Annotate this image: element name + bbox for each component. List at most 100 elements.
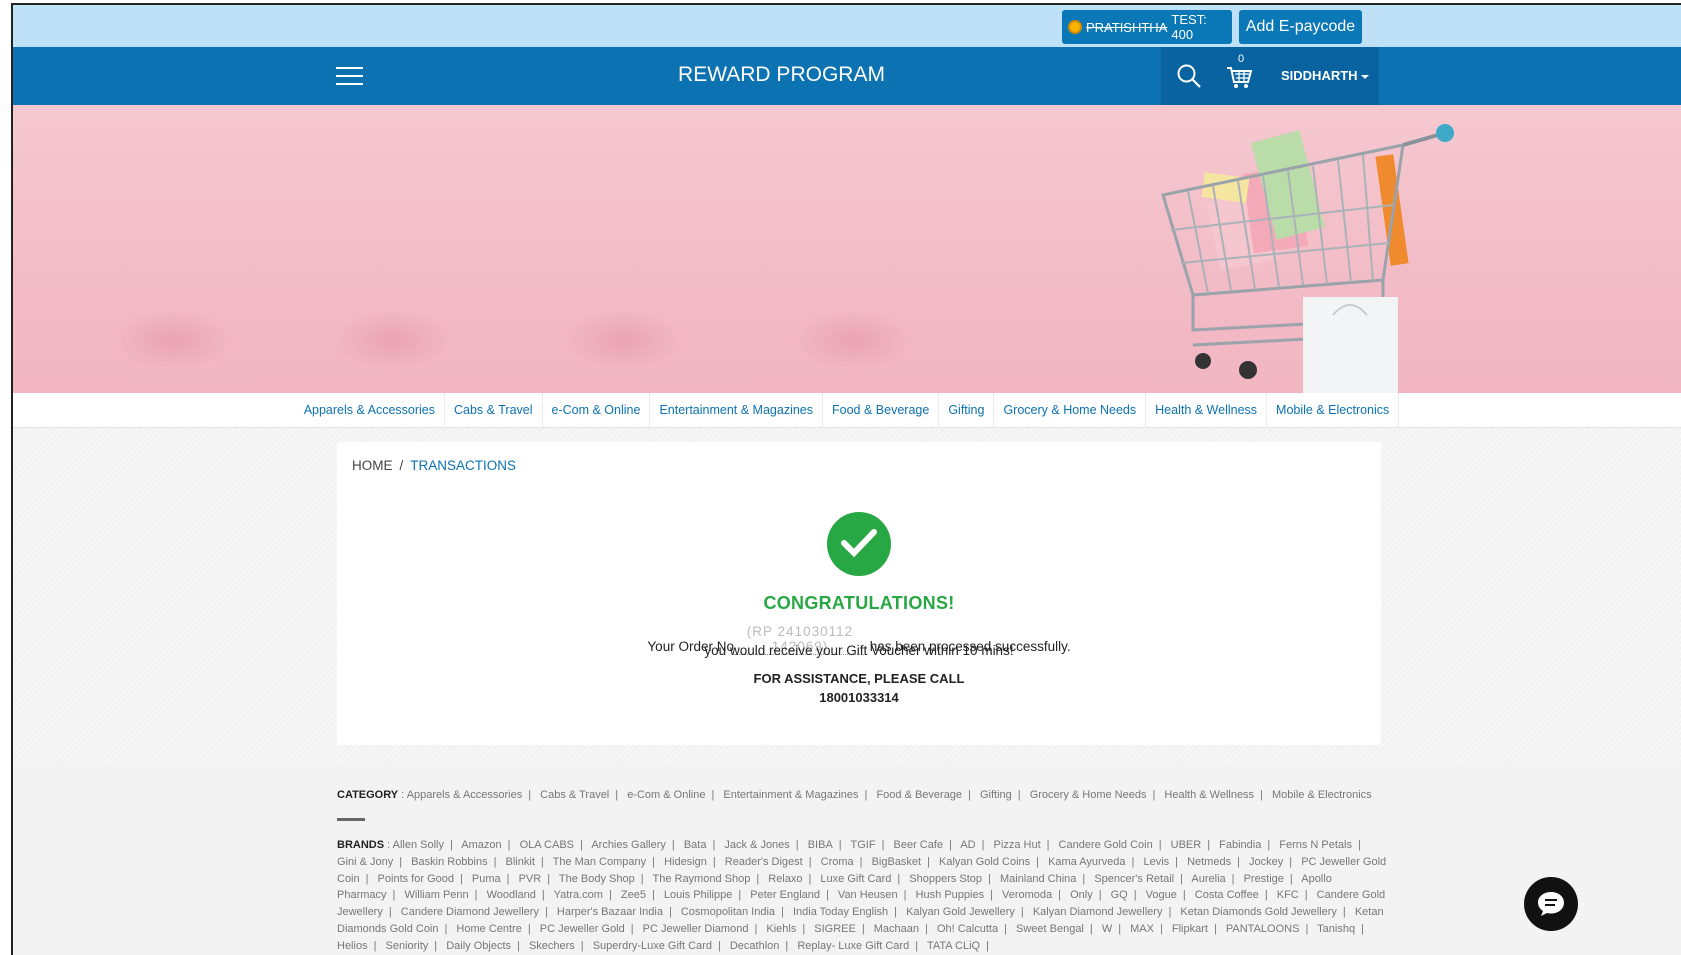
footer-brand-link[interactable]: UBER xyxy=(1171,839,1202,851)
footer-category-link[interactable]: e-Com & Online xyxy=(627,789,705,801)
footer-brand-link[interactable]: PVR xyxy=(519,873,542,885)
footer-brand-link[interactable]: Shoppers Stop xyxy=(909,873,982,885)
footer-brand-link[interactable]: W xyxy=(1102,923,1112,935)
footer-brand-link[interactable]: Zee5 xyxy=(621,889,646,901)
footer-category-link[interactable]: Gifting xyxy=(980,789,1012,801)
footer-brand-link[interactable]: Gini & Jony xyxy=(337,856,393,868)
footer-brand-link[interactable]: MAX xyxy=(1130,923,1154,935)
footer-brand-link[interactable]: Pizza Hut xyxy=(994,839,1041,851)
footer-brand-link[interactable]: Luxe Gift Card xyxy=(820,873,891,885)
footer-brand-link[interactable]: PANTALOONS xyxy=(1226,923,1300,935)
footer-brand-link[interactable]: Superdry-Luxe Gift Card xyxy=(593,940,712,952)
footer-brand-link[interactable]: Yatra.com xyxy=(554,889,603,901)
footer-brand-link[interactable]: Ferns N Petals xyxy=(1279,839,1352,851)
footer-brand-link[interactable]: Hidesign xyxy=(664,856,707,868)
category-link-ecom-online[interactable]: e-Com & Online xyxy=(543,392,651,428)
footer-brand-link[interactable]: Sweet Bengal xyxy=(1016,923,1084,935)
footer-brand-link[interactable]: Allen Solly xyxy=(393,839,444,851)
footer-brand-link[interactable]: KFC xyxy=(1277,889,1299,901)
footer-brand-link[interactable]: Home Centre xyxy=(456,923,521,935)
footer-brand-link[interactable]: Flipkart xyxy=(1172,923,1208,935)
footer-brand-link[interactable]: Amazon xyxy=(461,839,501,851)
footer-brand-link[interactable]: BigBasket xyxy=(872,856,922,868)
footer-category-link[interactable]: Entertainment & Magazines xyxy=(723,789,858,801)
footer-brand-link[interactable]: PC Jeweller Gold xyxy=(540,923,625,935)
category-link-health[interactable]: Health & Wellness xyxy=(1146,392,1268,428)
footer-brand-link[interactable]: Peter England xyxy=(750,889,820,901)
breadcrumb-home[interactable]: HOME xyxy=(352,458,393,473)
footer-brand-link[interactable]: Archies Gallery xyxy=(591,839,666,851)
cart-icon[interactable] xyxy=(1225,61,1253,91)
footer-brand-link[interactable]: Ketan Diamonds Gold Jewellery xyxy=(1180,906,1337,918)
footer-brand-link[interactable]: Jack & Jones xyxy=(724,839,789,851)
footer-brand-link[interactable]: TGIF xyxy=(851,839,876,851)
footer-brand-link[interactable]: Oh! Calcutta xyxy=(937,923,998,935)
footer-brand-link[interactable]: GQ xyxy=(1111,889,1128,901)
footer-brand-link[interactable]: Candere Diamond Jewellery xyxy=(401,906,539,918)
footer-brand-link[interactable]: Mainland China xyxy=(1000,873,1076,885)
footer-category-link[interactable]: Mobile & Electronics xyxy=(1272,789,1372,801)
category-link-entertainment[interactable]: Entertainment & Magazines xyxy=(650,392,824,428)
breadcrumb-current[interactable]: TRANSACTIONS xyxy=(410,458,516,473)
footer-brand-link[interactable]: Aurelia xyxy=(1191,873,1225,885)
footer-brand-link[interactable]: Harper's Bazaar India xyxy=(557,906,663,918)
footer-brand-link[interactable]: BIBA xyxy=(808,839,833,851)
category-link-grocery[interactable]: Grocery & Home Needs xyxy=(994,392,1147,428)
footer-brand-link[interactable]: Costa Coffee xyxy=(1195,889,1259,901)
footer-brand-link[interactable]: Skechers xyxy=(529,940,575,952)
footer-category-link[interactable]: Food & Beverage xyxy=(876,789,962,801)
footer-brand-link[interactable]: Jockey xyxy=(1249,856,1283,868)
footer-brand-link[interactable]: The Man Company xyxy=(553,856,647,868)
footer-brand-link[interactable]: Croma xyxy=(821,856,854,868)
footer-brand-link[interactable]: Vogue xyxy=(1146,889,1177,901)
footer-brand-link[interactable]: Daily Objects xyxy=(446,940,511,952)
footer-brand-link[interactable]: Spencer's Retail xyxy=(1094,873,1174,885)
footer-category-link[interactable]: Cabs & Travel xyxy=(540,789,609,801)
footer-brand-link[interactable]: Levis xyxy=(1143,856,1169,868)
footer-brand-link[interactable]: Relaxo xyxy=(768,873,802,885)
footer-brand-link[interactable]: Seniority xyxy=(386,940,429,952)
footer-brand-link[interactable]: Kalyan Diamond Jewellery xyxy=(1033,906,1163,918)
footer-brand-link[interactable]: Replay- Luxe Gift Card xyxy=(797,940,909,952)
footer-brand-link[interactable]: Veromoda xyxy=(1002,889,1052,901)
search-icon[interactable] xyxy=(1176,63,1202,89)
footer-brand-link[interactable]: Puma xyxy=(472,873,501,885)
footer-brand-link[interactable]: Kalyan Gold Coins xyxy=(939,856,1030,868)
footer-brand-link[interactable]: Cosmopolitan India xyxy=(681,906,775,918)
footer-brand-link[interactable]: Fabindia xyxy=(1219,839,1261,851)
footer-brand-link[interactable]: Prestige xyxy=(1244,873,1284,885)
footer-brand-link[interactable]: The Raymond Shop xyxy=(652,873,750,885)
footer-brand-link[interactable]: Machaan xyxy=(874,923,919,935)
add-epaycode-button[interactable]: Add E-paycode xyxy=(1239,10,1362,44)
footer-brand-link[interactable]: Reader's Digest xyxy=(725,856,803,868)
category-link-food-beverage[interactable]: Food & Beverage xyxy=(823,392,940,428)
footer-brand-link[interactable]: Beer Cafe xyxy=(894,839,944,851)
category-link-gifting[interactable]: Gifting xyxy=(939,392,995,428)
category-link-cabs-travel[interactable]: Cabs & Travel xyxy=(445,392,543,428)
footer-brand-link[interactable]: Kama Ayurveda xyxy=(1048,856,1125,868)
footer-brand-link[interactable]: Netmeds xyxy=(1187,856,1231,868)
footer-brand-link[interactable]: Kalyan Gold Jewellery xyxy=(906,906,1015,918)
footer-brand-link[interactable]: The Body Shop xyxy=(559,873,635,885)
footer-brand-link[interactable]: AD xyxy=(960,839,975,851)
footer-brand-link[interactable]: Only xyxy=(1070,889,1093,901)
footer-brand-link[interactable]: Points for Good xyxy=(378,873,454,885)
footer-category-link[interactable]: Apparels & Accessories xyxy=(407,789,523,801)
footer-brand-link[interactable]: SIGREE xyxy=(814,923,856,935)
footer-brand-link[interactable]: Louis Philippe xyxy=(664,889,733,901)
footer-brand-link[interactable]: PC Jeweller Diamond xyxy=(643,923,749,935)
footer-brand-link[interactable]: India Today English xyxy=(793,906,888,918)
footer-brand-link[interactable]: Hush Puppies xyxy=(916,889,985,901)
footer-brand-link[interactable]: Decathlon xyxy=(730,940,780,952)
footer-category-link[interactable]: Health & Wellness xyxy=(1164,789,1254,801)
category-link-apparels[interactable]: Apparels & Accessories xyxy=(295,392,445,428)
footer-brand-link[interactable]: Kiehls xyxy=(766,923,796,935)
footer-brand-link[interactable]: Helios xyxy=(337,940,368,952)
footer-brand-link[interactable]: Baskin Robbins xyxy=(411,856,487,868)
footer-brand-link[interactable]: Candere Gold Coin xyxy=(1059,839,1153,851)
footer-brand-link[interactable]: Van Heusen xyxy=(838,889,898,901)
footer-brand-link[interactable]: Tanishq xyxy=(1317,923,1355,935)
footer-brand-link[interactable]: Woodland xyxy=(487,889,536,901)
category-link-mobile[interactable]: Mobile & Electronics xyxy=(1267,392,1400,428)
user-menu[interactable]: SIDDHARTH xyxy=(1281,68,1369,83)
